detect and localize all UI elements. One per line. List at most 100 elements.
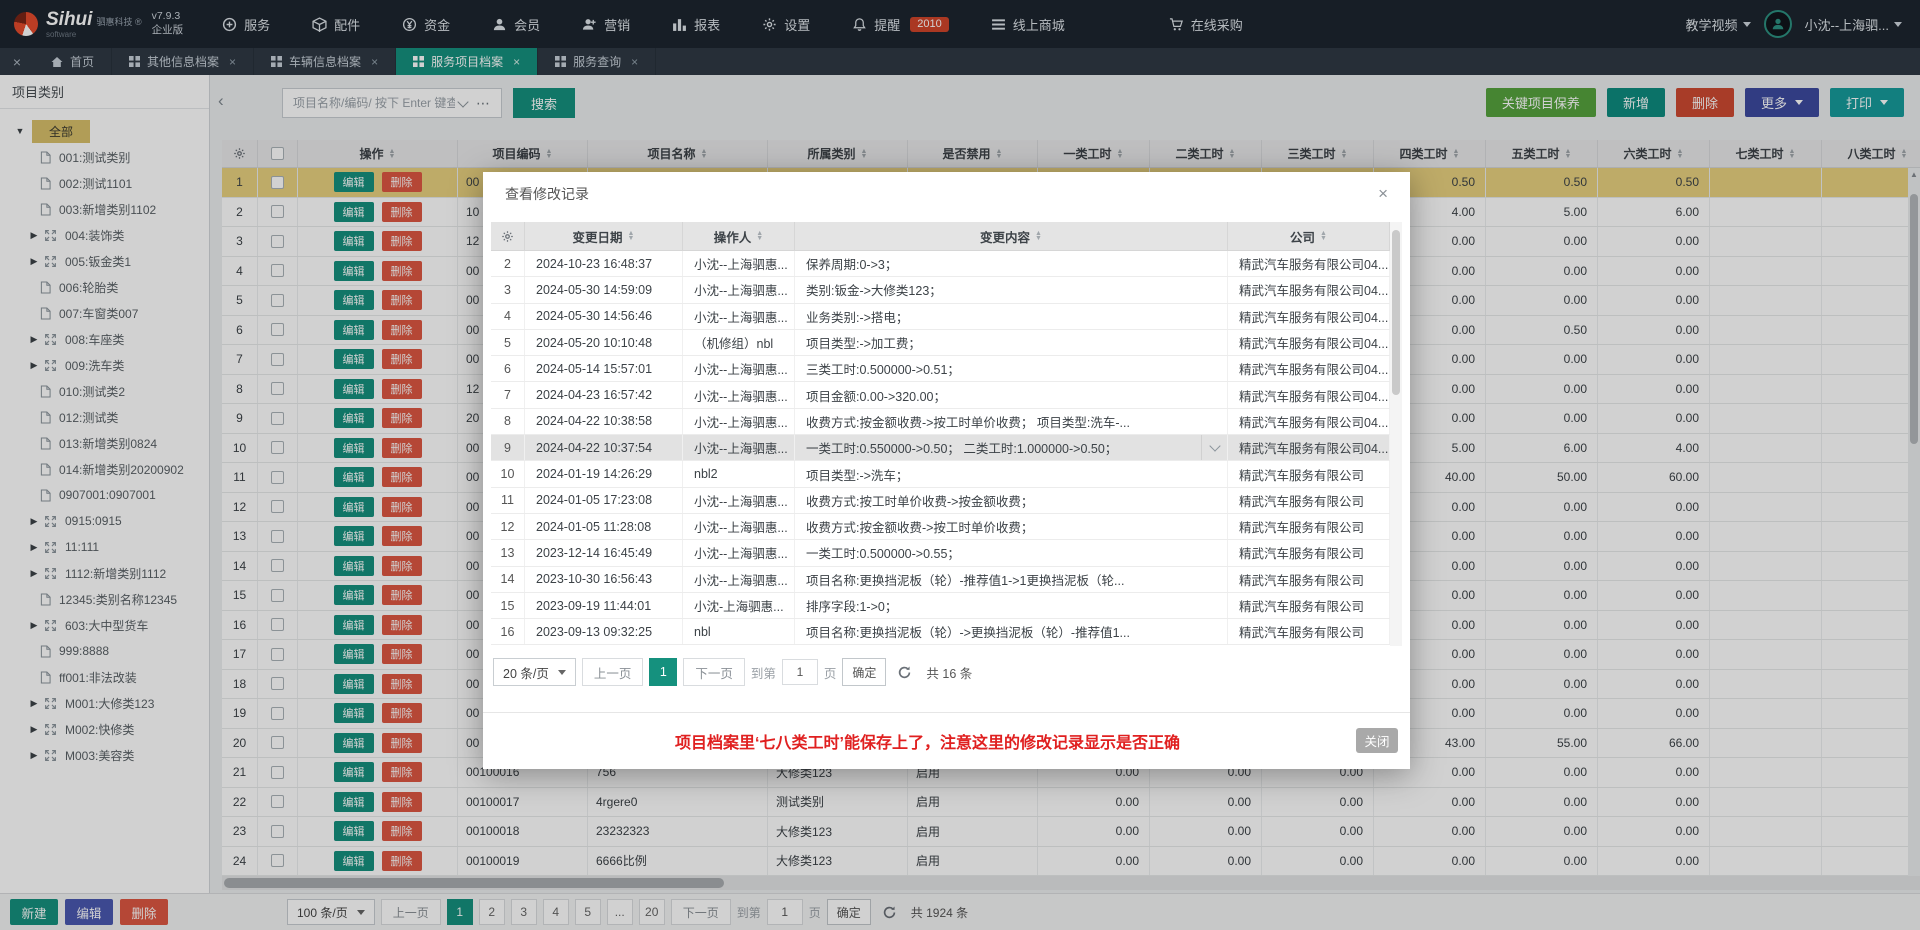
change-content-text: 项目名称:更换挡泥板（轮）-推荐值1->1更换挡泥板（轮...	[806, 570, 1124, 589]
change-date-cell: 2024-05-30 14:56:46	[525, 304, 683, 329]
operator-cell: 小沈--上海驷惠...	[683, 356, 795, 381]
modal-note-text: 项目档案里‘七八类工时’能保存上了，注意这里的修改记录显示是否正确	[483, 713, 1410, 769]
modal-page-size-value: 20 条/页	[503, 663, 549, 682]
change-content-text: 收费方式:按金额收费->按工时单价收费；	[806, 517, 1033, 536]
change-log-row[interactable]: 82024-04-22 10:38:58小沈--上海驷惠...收费方式:按金额收…	[491, 409, 1390, 435]
modal-scroll-thumb[interactable]	[1392, 230, 1400, 395]
close-icon[interactable]: ×	[1378, 184, 1388, 204]
modal-column-settings-header[interactable]	[491, 222, 525, 250]
operator-cell: nbl2	[683, 461, 795, 486]
modal-column-header-操作人[interactable]: 操作人▲▼	[683, 222, 795, 250]
gear-icon	[501, 230, 514, 243]
modal-next-page-button[interactable]: 下一页	[683, 658, 745, 686]
change-content-cell: 业务类别:->搭电；	[795, 304, 1228, 329]
change-date-cell: 2023-10-30 16:56:43	[525, 567, 683, 592]
sort-icon: ▲▼	[628, 231, 635, 241]
change-log-row[interactable]: 152023-09-19 11:44:01小沈-上海驷惠...排序字段:1->0…	[491, 593, 1390, 619]
change-log-row[interactable]: 22024-10-23 16:48:37小沈--上海驷惠...保养周期:0->3…	[491, 251, 1390, 277]
expand-row-button[interactable]	[1201, 435, 1227, 460]
operator-cell: 小沈--上海驷惠...	[683, 567, 795, 592]
change-content-text: 业务类别:->搭电；	[806, 307, 908, 326]
company-cell: 精武汽车服务有限公司04...	[1228, 435, 1390, 460]
operator-cell: 小沈--上海驷惠...	[683, 304, 795, 329]
change-date-cell: 2023-09-13 09:32:25	[525, 619, 683, 644]
log-number-cell: 8	[491, 409, 525, 434]
change-date-cell: 2024-01-19 14:26:29	[525, 461, 683, 486]
modal-total-count: 共 16 条	[926, 663, 972, 682]
log-number-cell: 11	[491, 488, 525, 513]
modal-table-body: 22024-10-23 16:48:37小沈--上海驷惠...保养周期:0->3…	[491, 251, 1390, 645]
change-content-text: 项目类型:->加工费；	[806, 333, 921, 352]
change-content-text: 项目金额:0.00->320.00；	[806, 386, 946, 405]
change-content-text: 保养周期:0->3；	[806, 254, 897, 273]
log-number-cell: 2	[491, 251, 525, 276]
company-cell: 精武汽车服务有限公司04...	[1228, 277, 1390, 302]
change-content-text: 项目名称:更换挡泥板（轮）->更换挡泥板（轮）-推荐值1...	[806, 622, 1130, 641]
change-content-cell: 排序字段:1->0；	[795, 593, 1228, 618]
change-log-row[interactable]: 72024-04-23 16:57:42小沈--上海驷惠...项目金额:0.00…	[491, 382, 1390, 408]
log-number-cell: 4	[491, 304, 525, 329]
modal-column-header-变更日期[interactable]: 变更日期▲▼	[525, 222, 683, 250]
change-log-row[interactable]: 52024-05-20 10:10:48（机修组）nbl项目类型:->加工费；精…	[491, 330, 1390, 356]
modal-close-button[interactable]: 关闭	[1356, 728, 1398, 753]
change-log-row[interactable]: 42024-05-30 14:56:46小沈--上海驷惠... 业务类别:->搭电…	[491, 304, 1390, 330]
operator-cell: 小沈--上海驷惠...	[683, 540, 795, 565]
modal-page-1[interactable]: 1	[649, 658, 677, 686]
log-number-cell: 3	[491, 277, 525, 302]
modal-column-header-变更内容[interactable]: 变更内容 ▲▼	[795, 222, 1228, 250]
change-log-table: 变更日期▲▼操作人▲▼变更内容▲▼公司▲▼ 22024-10-23 16:48:…	[491, 222, 1390, 645]
change-content-cell: 一类工时:0.550000->0.50； 二类工时:1.000000->0.50…	[795, 435, 1228, 460]
modal-column-header-公司[interactable]: 公司▲▼	[1228, 222, 1390, 250]
change-log-row[interactable]: 92024-04-22 10:37:54小沈--上海驷惠...一类工时:0.55…	[491, 435, 1390, 461]
change-log-row[interactable]: 162023-09-13 09:32:25nbl项目名称:更换挡泥板（轮）->更…	[491, 619, 1390, 645]
change-log-row[interactable]: 32024-05-30 14:59:09小沈--上海驷惠...类别:钣金->大修…	[491, 277, 1390, 303]
change-content-text: 收费方式:按金额收费->按工时单价收费； 项目类型:洗车-...	[806, 412, 1130, 431]
log-number-cell: 14	[491, 567, 525, 592]
sort-icon: ▲▼	[1320, 231, 1327, 241]
modal-column-header-label: 操作人	[714, 227, 752, 246]
modal-column-header-label: 变更内容	[980, 227, 1030, 246]
modal-vertical-scrollbar[interactable]	[1390, 222, 1402, 646]
change-date-cell: 2024-05-30 14:59:09	[525, 277, 683, 302]
change-content-cell: 项目类型:->洗车；	[795, 461, 1228, 486]
modal-pagination: 20 条/页 上一页 1 下一页 到第 页 确定 共 16 条	[493, 658, 972, 686]
change-date-cell: 2023-12-14 16:45:49	[525, 540, 683, 565]
change-content-text: 一类工时:0.500000->0.55；	[806, 543, 960, 562]
log-number-cell: 16	[491, 619, 525, 644]
change-content-text: 收费方式:按工时单价收费->按金额收费；	[806, 491, 1033, 510]
modal-goto-label: 到第	[751, 663, 776, 682]
change-date-cell: 2024-04-22 10:37:54	[525, 435, 683, 460]
log-number-cell: 15	[491, 593, 525, 618]
refresh-icon[interactable]	[897, 665, 912, 680]
change-date-cell: 2024-01-05 17:23:08	[525, 488, 683, 513]
operator-cell: （机修组）nbl	[683, 330, 795, 355]
log-number-cell: 7	[491, 382, 525, 407]
change-content-cell: 三类工时:0.500000->0.51；	[795, 356, 1228, 381]
change-log-row[interactable]: 142023-10-30 16:56:43小沈--上海驷惠... 项目名称:更换挡…	[491, 567, 1390, 593]
log-number-cell: 5	[491, 330, 525, 355]
modal-page-size-select[interactable]: 20 条/页	[493, 658, 576, 686]
operator-cell: 小沈--上海驷惠...	[683, 409, 795, 434]
change-content-text: 排序字段:1->0；	[806, 596, 897, 615]
change-log-row[interactable]: 122024-01-05 11:28:08小沈--上海驷惠...收费方式:按金额…	[491, 514, 1390, 540]
company-cell: 精武汽车服务有限公司04...	[1228, 304, 1390, 329]
modal-page-unit-label: 页	[824, 663, 837, 682]
company-cell: 精武汽车服务有限公司	[1228, 567, 1390, 592]
modal-goto-confirm-button[interactable]: 确定	[842, 658, 886, 686]
log-number-cell: 6	[491, 356, 525, 381]
operator-cell: 小沈--上海驷惠...	[683, 488, 795, 513]
change-content-text: 类别:钣金->大修类123；	[806, 280, 942, 299]
log-number-cell: 9	[491, 435, 525, 460]
change-log-row[interactable]: 132023-12-14 16:45:49小沈--上海驷惠...一类工时:0.5…	[491, 540, 1390, 566]
modal-prev-page-button[interactable]: 上一页	[582, 658, 644, 686]
sort-icon: ▲▼	[1035, 231, 1042, 241]
change-log-row[interactable]: 102024-01-19 14:26:29nbl2项目类型:->洗车；精武汽车服…	[491, 461, 1390, 487]
change-content-cell: 一类工时:0.500000->0.55；	[795, 540, 1228, 565]
modal-goto-page-input[interactable]	[782, 659, 818, 685]
change-log-row[interactable]: 62024-05-14 15:57:01小沈--上海驷惠...三类工时:0.50…	[491, 356, 1390, 382]
change-content-text: 项目类型:->洗车；	[806, 465, 908, 484]
change-content-text: 三类工时:0.500000->0.51；	[806, 359, 960, 378]
change-log-row[interactable]: 112024-01-05 17:23:08小沈--上海驷惠... 收费方式:按工时…	[491, 488, 1390, 514]
company-cell: 精武汽车服务有限公司	[1228, 619, 1390, 644]
change-content-text: 一类工时:0.550000->0.50； 二类工时:1.000000->0.50…	[806, 438, 1117, 457]
